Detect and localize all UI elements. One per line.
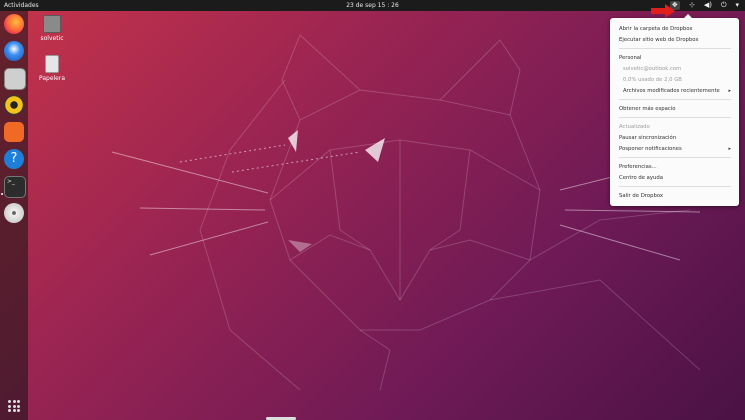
menu-preferences[interactable]: Preferencias...	[619, 163, 731, 171]
menu-postpone-notifications[interactable]: Posponer notificaciones ▸	[619, 145, 731, 153]
menu-separator	[619, 99, 731, 100]
thunderbird-icon[interactable]	[4, 41, 24, 61]
desktop-icon-label: solvetic	[40, 35, 64, 42]
red-arrow-icon	[651, 4, 675, 18]
files-icon[interactable]	[4, 68, 26, 90]
top-bar: Actividades 23 de sep 15 : 26 ❖ ⊹ ◀) ⏻ ▾	[0, 0, 745, 11]
system-tray: ❖ ⊹ ◀) ⏻ ▾	[669, 1, 739, 10]
terminal-icon[interactable]: >_	[4, 176, 26, 198]
menu-recent-files[interactable]: Archivos modificados recientemente ▸	[623, 87, 731, 95]
software-icon[interactable]	[4, 122, 24, 142]
running-indicator	[1, 193, 3, 195]
power-icon[interactable]: ⏻	[721, 1, 727, 10]
menu-account-email: solvetic@outlook.com	[623, 66, 682, 72]
rhythmbox-icon[interactable]	[4, 95, 24, 115]
menu-quit-dropbox[interactable]: Salir de Dropbox	[619, 192, 731, 200]
desktop-icon-home[interactable]: solvetic	[35, 15, 69, 42]
volume-icon[interactable]: ◀)	[704, 1, 712, 10]
menu-separator	[619, 48, 731, 49]
menu-get-more-space[interactable]: Obtener más espacio	[619, 105, 731, 113]
desktop-icon-trash[interactable]: Papelera	[35, 55, 69, 82]
menu-separator	[619, 117, 731, 118]
menu-status: Actualizado	[619, 124, 650, 130]
menu-personal-label: Personal	[619, 55, 642, 61]
menu-notch	[684, 14, 692, 18]
network-icon[interactable]: ⊹	[689, 1, 695, 10]
desktop-icon-label: Papelera	[38, 75, 66, 82]
clock[interactable]: 23 de sep 15 : 26	[0, 2, 745, 9]
disc-icon[interactable]	[4, 203, 24, 223]
menu-recent-files-label: Archivos modificados recientemente	[623, 88, 720, 94]
menu-postpone-label: Posponer notificaciones	[619, 146, 682, 152]
dropbox-menu: Abrir la carpeta de Dropbox Ejecutar sit…	[610, 14, 739, 206]
menu-open-folder[interactable]: Abrir la carpeta de Dropbox	[619, 25, 731, 33]
firefox-icon[interactable]	[4, 14, 24, 34]
menu-separator	[619, 186, 731, 187]
menu-open-website[interactable]: Ejecutar sitio web de Dropbox	[619, 36, 731, 44]
trash-icon	[45, 55, 59, 73]
menu-separator	[619, 157, 731, 158]
dock: ? >_	[0, 11, 28, 420]
chevron-right-icon: ▸	[728, 146, 731, 152]
menu-pause-sync[interactable]: Pausar sincronización	[619, 134, 731, 142]
show-apps-icon[interactable]	[8, 400, 20, 412]
help-icon[interactable]: ?	[4, 149, 24, 169]
folder-home-icon	[43, 15, 61, 33]
menu-usage: 0,0% usado de 2,0 GB	[623, 77, 682, 83]
chevron-right-icon: ▸	[728, 88, 731, 94]
menu-help-center[interactable]: Centro de ayuda	[619, 174, 731, 182]
chevron-down-icon[interactable]: ▾	[735, 1, 739, 10]
